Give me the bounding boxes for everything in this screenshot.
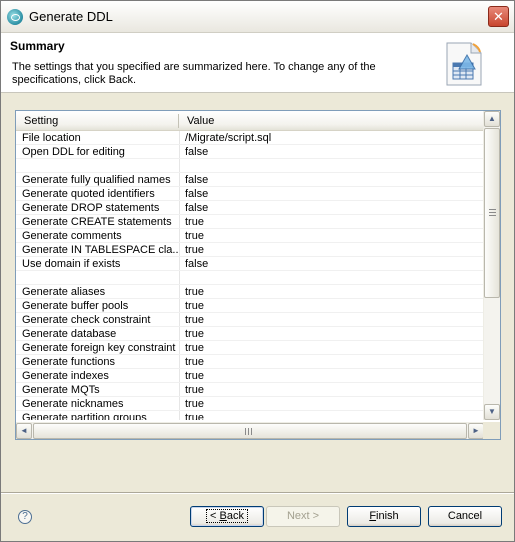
- setting-cell: Generate MQTs: [22, 384, 100, 396]
- page-title: Summary: [10, 39, 65, 53]
- setting-cell: File location: [22, 132, 81, 144]
- column-header-value[interactable]: Value: [187, 115, 214, 127]
- grip-icon: [489, 209, 496, 216]
- app-icon: [7, 9, 23, 25]
- table-row[interactable]: Generate comments true: [16, 229, 484, 243]
- value-cell: true: [185, 314, 204, 326]
- value-cell: false: [185, 188, 209, 200]
- table-row[interactable]: Generate nicknames true: [16, 397, 484, 411]
- scroll-right-button[interactable]: ►: [468, 423, 484, 439]
- value-cell: true: [185, 230, 204, 242]
- back-mnemonic: B: [219, 510, 227, 522]
- table-row[interactable]: Generate indexes true: [16, 369, 484, 383]
- setting-cell: Generate CREATE statements: [22, 216, 172, 228]
- ddl-table-wizard-icon: [445, 41, 483, 87]
- table-row[interactable]: [16, 271, 484, 285]
- value-cell: false: [185, 146, 209, 158]
- table-body: File location/Migrate/script.sql Open DDL…: [16, 131, 484, 420]
- value-cell: true: [185, 328, 204, 340]
- value-cell: true: [185, 342, 204, 354]
- table-header: Setting Value: [16, 111, 484, 131]
- window-title: Generate DDL: [29, 9, 113, 24]
- setting-cell: Generate partition groups: [22, 412, 147, 420]
- finish-button[interactable]: Finish: [347, 506, 421, 527]
- back-rest: ack: [226, 510, 244, 522]
- finish-rest: inish: [376, 510, 399, 522]
- help-icon[interactable]: ?: [18, 510, 32, 524]
- table-row[interactable]: Open DDL for editing false: [16, 145, 484, 159]
- back-label: < Back: [206, 509, 248, 523]
- value-cell: true: [185, 356, 204, 368]
- back-prefix: <: [210, 510, 220, 522]
- back-button[interactable]: < Back: [190, 506, 264, 527]
- setting-cell: Generate DROP statements: [22, 202, 160, 214]
- grip-icon: [245, 428, 252, 435]
- next-button[interactable]: Next >: [266, 506, 340, 527]
- setting-cell: Generate database: [22, 328, 117, 340]
- settings-table[interactable]: Setting Value File location/Migrate/scri…: [15, 110, 501, 440]
- setting-cell: Generate quoted identifiers: [22, 188, 155, 200]
- value-cell: true: [185, 300, 204, 312]
- table-row[interactable]: Generate foreign key constraint true: [16, 341, 484, 355]
- close-button[interactable]: ✕: [488, 6, 509, 27]
- value-cell: true: [185, 286, 204, 298]
- table-row[interactable]: Generate aliases true: [16, 285, 484, 299]
- column-header-setting[interactable]: Setting: [24, 115, 58, 127]
- value-cell: true: [185, 384, 204, 396]
- setting-cell: Open DDL for editing: [22, 146, 125, 158]
- table-row[interactable]: Generate quoted identifiers false: [16, 187, 484, 201]
- horizontal-scrollbar[interactable]: ◄ ►: [16, 422, 484, 439]
- table-row[interactable]: File location/Migrate/script.sql: [16, 131, 484, 145]
- setting-cell: Generate aliases: [22, 286, 106, 298]
- footer-separator: [1, 492, 514, 494]
- setting-cell: Generate IN TABLESPACE cla...: [22, 244, 178, 256]
- scroll-down-button[interactable]: ▼: [484, 404, 500, 420]
- table-row[interactable]: Generate buffer pools true: [16, 299, 484, 313]
- scroll-up-button[interactable]: ▲: [484, 111, 500, 127]
- value-cell: true: [185, 370, 204, 382]
- table-row[interactable]: Generate partition groups true: [16, 411, 484, 420]
- value-cell: false: [185, 202, 209, 214]
- table-row[interactable]: Generate database true: [16, 327, 484, 341]
- title-bar[interactable]: Generate DDL ✕: [1, 1, 514, 33]
- setting-cell: Use domain if exists: [22, 258, 121, 270]
- page-description: The settings that you specified are summ…: [12, 61, 376, 86]
- horizontal-scroll-thumb[interactable]: [33, 423, 467, 439]
- table-row[interactable]: Generate check constraint true: [16, 313, 484, 327]
- table-row[interactable]: Generate MQTs true: [16, 383, 484, 397]
- table-row[interactable]: Generate functions true: [16, 355, 484, 369]
- setting-cell: Generate buffer pools: [22, 300, 129, 312]
- table-row[interactable]: Generate IN TABLESPACE cla... true: [16, 243, 484, 257]
- table-row[interactable]: [16, 159, 484, 173]
- setting-cell: Generate functions: [22, 356, 115, 368]
- table-row[interactable]: Generate fully qualified names false: [16, 173, 484, 187]
- setting-cell: Generate indexes: [22, 370, 109, 382]
- setting-cell: Generate check constraint: [22, 314, 151, 326]
- cancel-button[interactable]: Cancel: [428, 506, 502, 527]
- summary-banner: Summary The settings that you specified …: [1, 33, 514, 93]
- table-row[interactable]: Use domain if exists false: [16, 257, 484, 271]
- value-cell: false: [185, 258, 209, 270]
- setting-cell: Generate foreign key constraint: [22, 342, 176, 354]
- setting-cell: Generate nicknames: [22, 398, 124, 410]
- value-cell: true: [185, 398, 204, 410]
- setting-cell: Generate fully qualified names: [22, 174, 171, 186]
- value-cell: false: [185, 174, 209, 186]
- setting-cell: Generate comments: [22, 230, 122, 242]
- vertical-scroll-thumb[interactable]: [484, 128, 500, 298]
- value-cell: true: [185, 216, 204, 228]
- generate-ddl-dialog: Generate DDL ✕ Summary The settings that…: [0, 0, 515, 542]
- table-row[interactable]: Generate CREATE statements true: [16, 215, 484, 229]
- value-cell: true: [185, 412, 204, 420]
- value-cell: /Migrate/script.sql: [185, 132, 272, 144]
- scroll-corner: [483, 422, 500, 439]
- value-cell: true: [185, 244, 204, 256]
- scroll-left-button[interactable]: ◄: [16, 423, 32, 439]
- vertical-scrollbar[interactable]: ▲ ▼: [483, 111, 500, 420]
- table-row[interactable]: Generate DROP statements false: [16, 201, 484, 215]
- column-divider[interactable]: [178, 114, 179, 128]
